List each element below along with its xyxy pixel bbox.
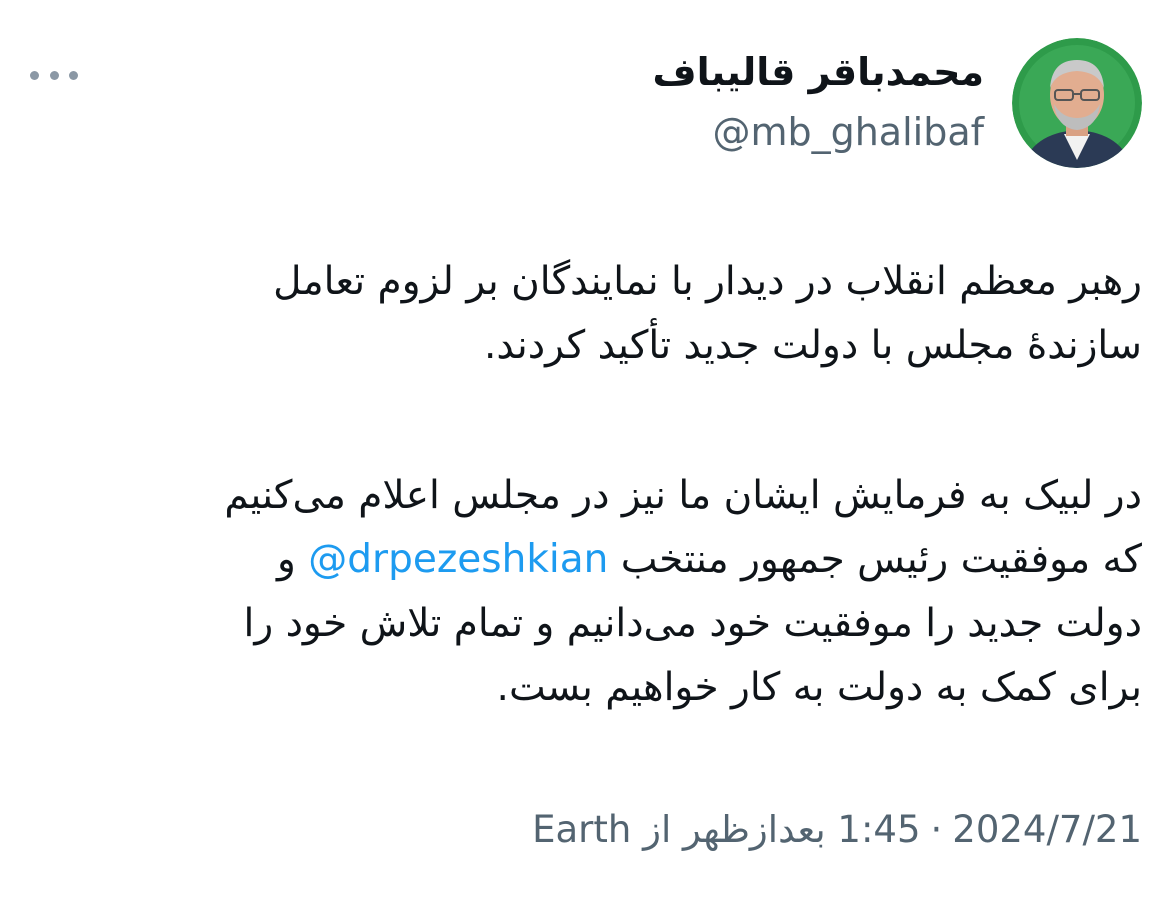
tweet-text-fragment: که موفقیت رئیس جمهور منتخب	[608, 537, 1142, 582]
tweet: محمدباقر قالیباف @mb_ghalibaf رهبر معظم …	[0, 0, 1170, 898]
more-dot-icon	[69, 70, 78, 80]
tweet-paragraph-1: رهبر معظم انقلاب در دیدار با نمایندگان ب…	[28, 250, 1142, 378]
tweet-line: دولت جدید را موفقیت خود می‌دانیم و تمام …	[243, 601, 1143, 646]
more-options-button[interactable]	[30, 62, 78, 88]
tweet-paragraph-2: در لبیک به فرمایش ایشان ما نیز در مجلس ا…	[28, 464, 1142, 720]
tweet-line: که موفقیت رئیس جمهور منتخب @drpezeshkian…	[28, 528, 1142, 592]
tweet-meta: 2024/7/21·1:45 بعدازظهر از Earth	[532, 808, 1142, 851]
tweet-source[interactable]: Earth	[532, 808, 631, 851]
tweet-line: در لبیک به فرمایش ایشان ما نیز در مجلس ا…	[224, 473, 1142, 518]
tweet-text-fragment: و	[277, 537, 309, 582]
display-name[interactable]: محمدباقر قالیباف	[653, 50, 984, 94]
more-dot-icon	[49, 70, 59, 80]
tweet-line: سازندۀ مجلس با دولت جدید تأکید کردند.	[484, 323, 1142, 368]
tweet-date[interactable]: 2024/7/21	[952, 808, 1142, 851]
meta-separator: ·	[930, 808, 943, 851]
tweet-line: برای کمک به دولت به کار خواهیم بست.	[496, 665, 1142, 710]
profile-photo-icon	[1012, 38, 1142, 168]
tweet-time[interactable]: 1:45 بعدازظهر	[683, 808, 921, 851]
mention-link[interactable]: @drpezeshkian	[308, 537, 608, 582]
tweet-line: رهبر معظم انقلاب در دیدار با نمایندگان ب…	[273, 259, 1142, 304]
via-label: از	[643, 808, 672, 851]
more-dot-icon	[30, 70, 39, 80]
avatar[interactable]	[1012, 38, 1142, 168]
user-handle[interactable]: @mb_ghalibaf	[712, 110, 984, 154]
